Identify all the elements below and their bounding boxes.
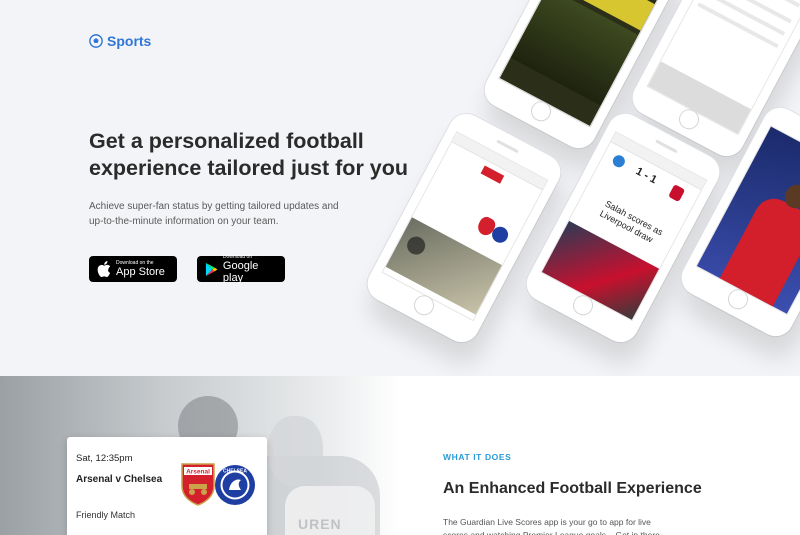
score-text: 1 - 1	[633, 165, 659, 187]
match-card[interactable]: Sat, 12:35pm Arsenal v Chelsea Friendly …	[67, 437, 267, 535]
app-store-large-text: App Store	[116, 266, 165, 278]
arsenal-crest-text: Arsenal	[186, 469, 210, 476]
chelsea-crest-icon: CHELSEA	[215, 465, 255, 505]
section-eyebrow: WHAT IT DOES	[443, 452, 512, 462]
phone-mockup-score: 1 - 1 Salah scores as Liverpool draw	[520, 107, 726, 349]
hero-subtext: Achieve super-fan status by getting tail…	[89, 201, 339, 227]
soccer-ball-icon	[89, 34, 103, 48]
features-section: UREN Sat, 12:35pm Arsenal v Chelsea Frie…	[0, 376, 800, 535]
google-play-button[interactable]: Download on Google play	[197, 254, 285, 284]
phone-screen	[695, 125, 800, 316]
match-time: Sat, 12:35pm	[76, 453, 133, 464]
phone-screen: 1 - 1 Salah scores as Liverpool draw	[540, 131, 708, 322]
google-play-large-text: Google play	[222, 260, 259, 284]
hero-section: Sports Get a personalized football exper…	[0, 0, 800, 376]
app-store-button[interactable]: Download on the App Store	[89, 256, 177, 282]
chelsea-crest-text: CHELSEA	[223, 469, 247, 475]
match-teams: Arsenal v Chelsea	[76, 474, 163, 485]
section-title: An Enhanced Football Experience	[443, 480, 702, 497]
brand-logo[interactable]: Sports	[89, 33, 151, 49]
section-body: The Guardian Live Scores app is your go …	[443, 517, 660, 535]
match-type: Friendly Match	[76, 510, 136, 520]
google-play-icon	[205, 262, 218, 276]
hero-headline: Get a personalized football experience t…	[89, 129, 409, 180]
arsenal-crest-icon: Arsenal	[181, 463, 215, 506]
brand-name: Sports	[107, 33, 152, 49]
apple-icon	[97, 261, 111, 277]
